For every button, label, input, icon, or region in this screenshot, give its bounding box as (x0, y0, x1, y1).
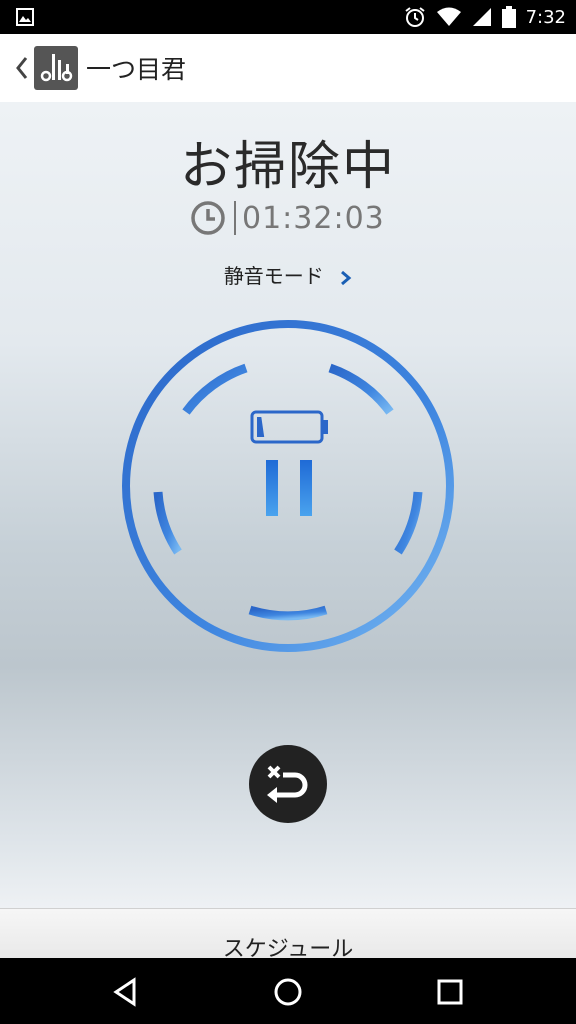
back-icon[interactable] (12, 54, 32, 82)
signal-icon (472, 8, 491, 26)
app-title: 一つ目君 (86, 55, 187, 84)
timer-separator (234, 201, 236, 235)
schedule-tab-label: スケジュール (222, 937, 354, 958)
elapsed-timer: 01:32:03 (190, 198, 385, 238)
main-content: お掃除中 01:32:03 静音モード (0, 102, 576, 908)
status-bar: 7:32 (0, 0, 576, 34)
pause-icon[interactable] (266, 460, 312, 516)
app-logo-icon (34, 46, 78, 90)
quiet-mode-link[interactable]: 静音モード (0, 260, 576, 289)
nav-home-icon[interactable] (270, 974, 306, 1010)
status-time: 7:32 (525, 6, 566, 28)
clock-icon (191, 201, 225, 235)
cleaning-status-title: お掃除中 (179, 137, 396, 197)
alarm-icon (404, 7, 425, 27)
schedule-tab[interactable]: スケジュール (0, 908, 576, 958)
system-nav-bar (0, 958, 576, 1024)
wifi-icon (436, 7, 461, 26)
nav-recents-icon[interactable] (432, 974, 468, 1010)
return-home-icon (267, 765, 308, 803)
app-header: 一つ目君 (0, 34, 576, 102)
elapsed-time-value: 01:32:03 (242, 200, 385, 236)
nav-back-icon[interactable] (108, 974, 144, 1010)
battery-level-icon (250, 410, 328, 444)
image-icon (16, 8, 34, 26)
progress-arcs (153, 363, 423, 621)
cleaning-control-ring[interactable] (118, 316, 458, 656)
chevron-right-icon (341, 270, 352, 285)
quiet-mode-label: 静音モード (223, 264, 324, 288)
return-home-button[interactable] (249, 745, 327, 823)
battery-icon (501, 6, 516, 28)
